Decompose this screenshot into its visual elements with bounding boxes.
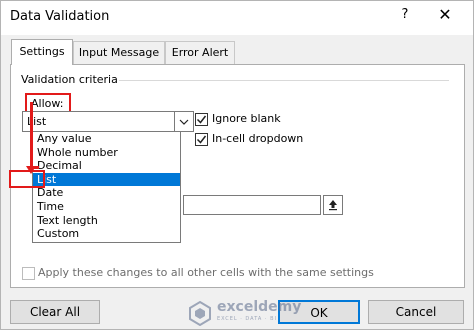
cancel-button[interactable]: Cancel xyxy=(368,300,464,324)
data-validation-dialog: Data Validation ? ✕ Settings Input Messa… xyxy=(0,0,474,330)
in-cell-dropdown-checkbox[interactable] xyxy=(195,133,208,146)
close-button[interactable]: ✕ xyxy=(435,5,455,27)
option-custom[interactable]: Custom xyxy=(33,227,180,241)
title-bar: Data Validation ? ✕ xyxy=(1,1,473,35)
ignore-blank-label: Ignore blank xyxy=(212,112,281,125)
option-date[interactable]: Date xyxy=(33,186,180,200)
apply-all-label: Apply these changes to all other cells w… xyxy=(38,266,374,279)
allow-select[interactable]: List xyxy=(22,111,194,132)
range-collapse-button[interactable] xyxy=(323,195,343,215)
tab-error-alert[interactable]: Error Alert xyxy=(165,41,235,64)
annotation-arrow-shaft xyxy=(30,102,33,168)
chevron-down-icon[interactable] xyxy=(174,112,193,131)
option-time[interactable]: Time xyxy=(33,200,180,214)
validation-criteria-label: Validation criteria xyxy=(21,73,118,86)
in-cell-dropdown-label: In-cell dropdown xyxy=(212,132,304,145)
option-whole-number[interactable]: Whole number xyxy=(33,146,180,160)
apply-all-checkbox[interactable] xyxy=(22,267,35,280)
option-text-length[interactable]: Text length xyxy=(33,214,180,228)
option-list[interactable]: List xyxy=(33,172,180,187)
section-divider xyxy=(119,80,449,81)
checkmark-icon xyxy=(196,135,207,144)
allow-label-text: Allow: xyxy=(31,97,64,110)
logo-icon xyxy=(189,300,211,326)
settings-panel: Validation criteria Allow: List Any valu… xyxy=(9,64,465,288)
watermark-tagline: EXCEL · DATA · BI xyxy=(217,316,277,322)
help-button[interactable]: ? xyxy=(397,7,413,27)
range-collapse-icon xyxy=(329,200,337,211)
source-input[interactable] xyxy=(183,195,321,215)
option-any-value[interactable]: Any value xyxy=(33,132,180,146)
option-decimal[interactable]: Decimal xyxy=(33,159,180,173)
ok-button[interactable]: OK xyxy=(278,300,360,324)
tab-input-message[interactable]: Input Message xyxy=(73,41,165,64)
allow-options-list: Any value Whole number Decimal List Date… xyxy=(32,131,181,243)
annotation-arrow-head xyxy=(26,166,36,174)
dialog-title: Data Validation xyxy=(10,9,110,24)
checkmark-icon xyxy=(196,115,207,124)
tab-settings[interactable]: Settings xyxy=(11,39,73,65)
ignore-blank-checkbox[interactable] xyxy=(195,113,208,126)
clear-all-button[interactable]: Clear All xyxy=(10,300,100,324)
